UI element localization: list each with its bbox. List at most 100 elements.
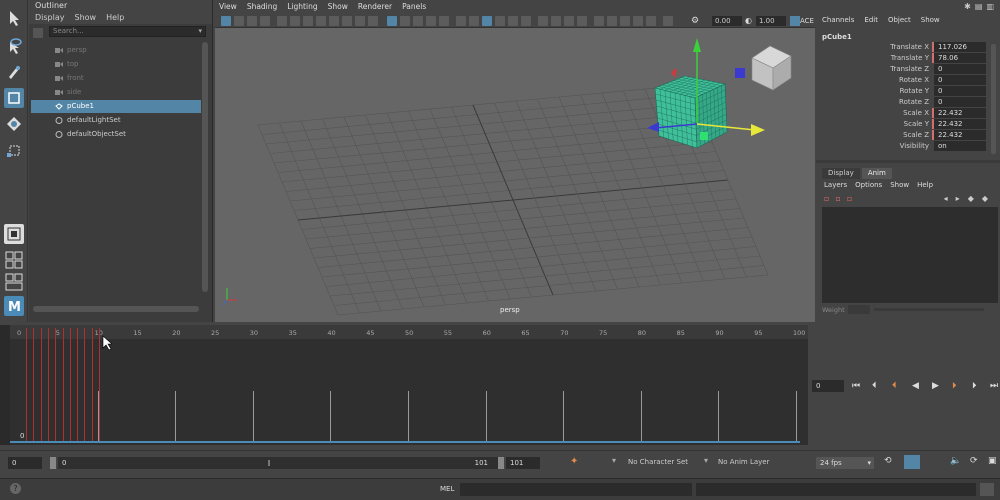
outliner-item-top[interactable]: top: [31, 58, 201, 71]
new-layer-override-icon[interactable]: ▫: [847, 194, 852, 203]
new-layer-selected-icon[interactable]: ▫: [835, 194, 840, 203]
viewport-menu-show[interactable]: Show: [328, 0, 348, 14]
fps-select[interactable]: 24 fps ▾: [816, 457, 874, 469]
command-input[interactable]: [460, 483, 692, 496]
help-icon[interactable]: ?: [10, 483, 21, 494]
channel-box-scrollbar[interactable]: [991, 44, 996, 154]
chevron-down-icon[interactable]: ▾: [704, 456, 708, 465]
2d-pan-icon[interactable]: [277, 16, 287, 26]
channel-translate-x[interactable]: Translate X 117.026: [816, 42, 996, 53]
use-all-lights-icon[interactable]: [508, 16, 518, 26]
keyframe-marker[interactable]: [69, 328, 71, 442]
paint-select-tool-icon[interactable]: [4, 62, 24, 82]
viewport-panel[interactable]: View Shading Lighting Show Renderer Pane…: [215, 0, 815, 322]
tab-anim[interactable]: Anim: [861, 168, 892, 179]
gamma-icon[interactable]: ◐: [745, 16, 755, 26]
set-key-icon[interactable]: ◆: [968, 194, 974, 203]
channel-menu-object[interactable]: Object: [888, 16, 911, 24]
loop-icon[interactable]: ⟲: [884, 456, 892, 466]
color-management-icon[interactable]: [790, 16, 800, 26]
x-ray-icon[interactable]: [607, 16, 617, 26]
script-editor-icon[interactable]: [980, 483, 994, 496]
range-end-handle[interactable]: [498, 457, 504, 469]
channel-rotate-y[interactable]: Rotate Y 0: [816, 86, 996, 97]
wireframe-icon[interactable]: [456, 16, 466, 26]
auto-key-icon[interactable]: ✦: [570, 456, 578, 467]
pcube1-mesh[interactable]: [654, 75, 728, 149]
channel-translate-z[interactable]: Translate Z 0: [816, 64, 996, 75]
camera-fit-icon[interactable]: [426, 16, 436, 26]
go-to-end-icon[interactable]: ⏭: [990, 381, 1000, 391]
outliner-vscrollbar[interactable]: [202, 42, 208, 292]
channel-menu-edit[interactable]: Edit: [864, 16, 878, 24]
channel-value-field[interactable]: 117.026: [934, 42, 986, 52]
play-forward-icon[interactable]: ▶: [932, 381, 942, 391]
range-slider[interactable]: 0 101: [58, 457, 498, 469]
rotate-tool-icon[interactable]: [4, 114, 24, 134]
viewport-menu-panels[interactable]: Panels: [402, 0, 426, 14]
x-ray-joints-icon[interactable]: [620, 16, 630, 26]
scale-tool-icon[interactable]: [4, 140, 24, 160]
select-tool-icon[interactable]: [4, 8, 24, 28]
layer-menu-options[interactable]: Options: [855, 181, 882, 189]
outliner-search-input[interactable]: Search... ▾: [49, 26, 206, 37]
layer-menu-layers[interactable]: Layers: [824, 181, 847, 189]
animation-end-field[interactable]: 101: [506, 457, 540, 469]
channel-visibility[interactable]: Visibility on: [816, 141, 996, 152]
channel-value-field[interactable]: 0: [934, 75, 986, 85]
select-camera-icon[interactable]: [221, 16, 231, 26]
outliner-item-front[interactable]: front: [31, 72, 201, 85]
play-backward-icon[interactable]: ◀: [912, 381, 922, 391]
camera-attributes-icon[interactable]: [234, 16, 244, 26]
channel-value-field[interactable]: on: [934, 141, 986, 151]
chevron-down-icon[interactable]: ▾: [612, 456, 616, 465]
outliner-hscrollbar[interactable]: [33, 306, 199, 312]
channel-value-field[interactable]: 22.432: [934, 108, 986, 118]
outliner-item-pcube1[interactable]: pCube1: [31, 100, 201, 113]
screen-space-ao-icon[interactable]: [538, 16, 548, 26]
channel-value-field[interactable]: 22.432: [934, 119, 986, 129]
character-set-select[interactable]: No Character Set: [628, 458, 688, 466]
chevron-down-icon[interactable]: ▾: [198, 27, 202, 36]
cache-playback-icon[interactable]: ⟳: [970, 456, 978, 466]
channel-translate-y[interactable]: Translate Y 78.06: [816, 53, 996, 64]
tool-settings-icon[interactable]: ▥: [986, 2, 994, 11]
gamma-field[interactable]: 1.00: [756, 16, 786, 26]
channel-menu-show[interactable]: Show: [921, 16, 940, 24]
channel-menu-channels[interactable]: Channels: [822, 16, 854, 24]
layout-panes-icon[interactable]: [4, 272, 24, 292]
range-slider-grip[interactable]: [268, 460, 270, 466]
range-start-handle[interactable]: [50, 457, 56, 469]
move-tool-icon[interactable]: [4, 88, 24, 108]
isolate-select-icon[interactable]: [594, 16, 604, 26]
colorspace-label[interactable]: ACE: [800, 16, 814, 26]
backface-culling-icon[interactable]: [646, 16, 656, 26]
time-slider[interactable]: 0510152025303540455055606570758085909510…: [10, 325, 808, 445]
outliner-item-defaultobjectset[interactable]: defaultObjectSet: [31, 128, 201, 141]
outliner-menu-display[interactable]: Display: [35, 12, 65, 24]
film-gate-icon[interactable]: [316, 16, 326, 26]
layout-four-icon[interactable]: [4, 250, 24, 270]
weight-field[interactable]: [848, 305, 870, 314]
channel-scale-y[interactable]: Scale Y 22.432: [816, 119, 996, 130]
new-layer-icon[interactable]: ▫: [824, 194, 829, 203]
smooth-shade-icon[interactable]: [469, 16, 479, 26]
layer-menu-show[interactable]: Show: [890, 181, 909, 189]
go-to-start-icon[interactable]: ⏮: [852, 381, 862, 391]
key-layer-icon[interactable]: ◆: [982, 194, 988, 203]
image-plane-icon[interactable]: [260, 16, 270, 26]
channel-scale-z[interactable]: Scale Z 22.432: [816, 130, 996, 141]
hud-icon[interactable]: [400, 16, 410, 26]
animation-preferences-icon[interactable]: ▣: [988, 456, 997, 466]
keyframe-marker[interactable]: [26, 328, 27, 442]
exposure-field[interactable]: 0.00: [712, 16, 742, 26]
viewport-menu-view[interactable]: View: [219, 0, 237, 14]
viewport-menu-lighting[interactable]: Lighting: [287, 0, 317, 14]
grid-toggle-icon[interactable]: [387, 16, 397, 26]
keyframe-marker[interactable]: [84, 328, 86, 442]
playback-options-icon[interactable]: [904, 455, 920, 469]
tear-off-icon[interactable]: [413, 16, 423, 26]
gate-mask-icon[interactable]: [342, 16, 352, 26]
viewport-menu-renderer[interactable]: Renderer: [358, 0, 392, 14]
outliner-item-side[interactable]: side: [31, 86, 201, 99]
